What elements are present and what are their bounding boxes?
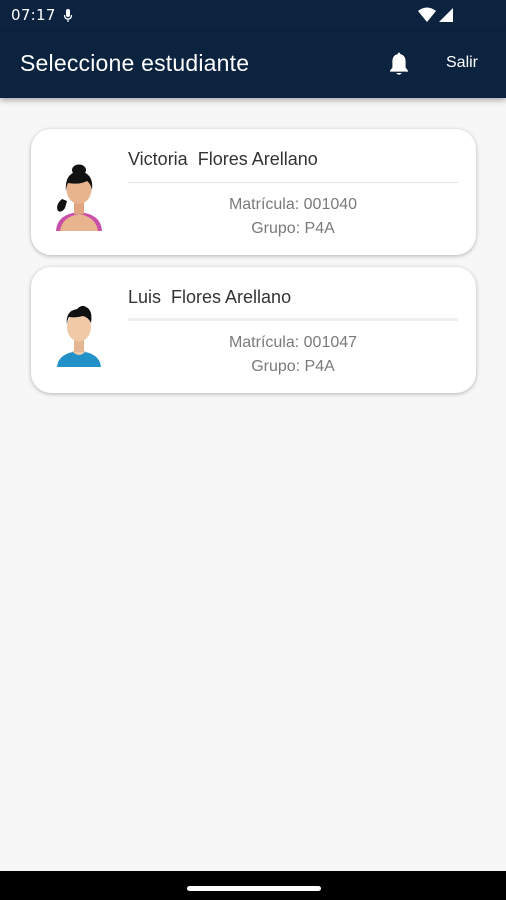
navigation-bar bbox=[0, 871, 506, 900]
student-group: Grupo: P4A bbox=[251, 220, 335, 237]
student-name: Luis Flores Arellano bbox=[128, 287, 292, 307]
boy-avatar-icon bbox=[57, 305, 101, 367]
student-name: Victoria Flores Arellano bbox=[128, 149, 318, 169]
student-card-victoria[interactable]: Victoria Flores Arellano Matrícula: 0010… bbox=[31, 129, 476, 255]
home-indicator[interactable] bbox=[187, 886, 321, 891]
divider bbox=[128, 182, 458, 183]
logout-button[interactable]: Salir bbox=[446, 54, 478, 72]
divider bbox=[128, 318, 458, 321]
signal-icon bbox=[439, 8, 453, 22]
status-time: 07:17 bbox=[11, 6, 56, 24]
notifications-button[interactable] bbox=[384, 50, 414, 80]
page-title: Seleccione estudiante bbox=[20, 50, 250, 76]
status-bar: 07:17 bbox=[0, 0, 506, 32]
bell-icon bbox=[390, 52, 408, 75]
student-group: Grupo: P4A bbox=[251, 358, 335, 375]
app-bar: Seleccione estudiante Salir bbox=[0, 32, 506, 98]
student-matricula: Matrícula: 001040 bbox=[228, 196, 358, 213]
student-matricula: Matrícula: 001047 bbox=[228, 334, 358, 351]
girl-avatar-icon bbox=[56, 164, 102, 231]
wifi-icon bbox=[418, 7, 436, 22]
mic-icon bbox=[63, 9, 73, 22]
student-card-luis[interactable]: Luis Flores Arellano Matrícula: 001047 G… bbox=[31, 267, 476, 393]
